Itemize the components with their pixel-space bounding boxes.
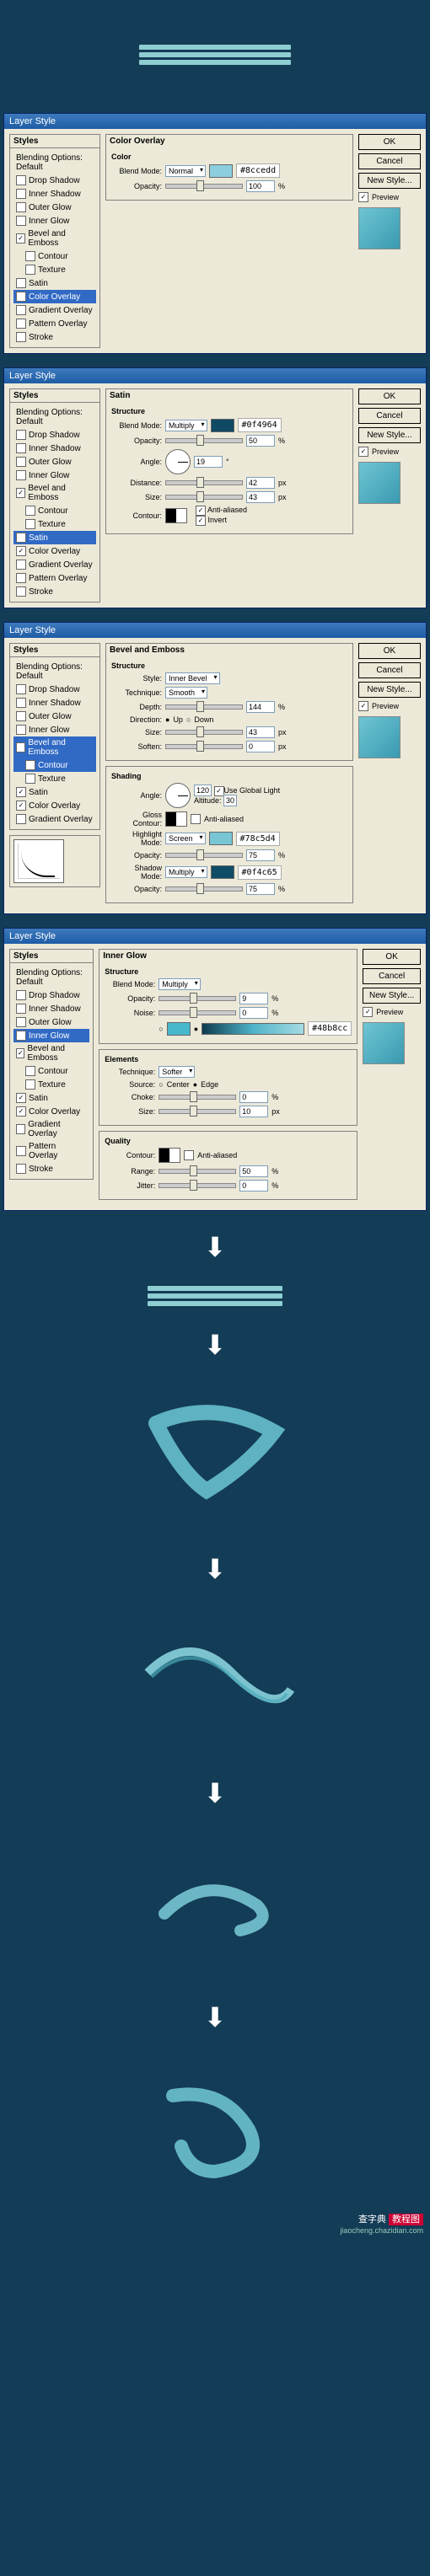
gradient-bar[interactable] xyxy=(202,1023,304,1035)
arrow-icon: ⬇ xyxy=(0,2001,430,2033)
arrow-icon: ⬇ xyxy=(0,1329,430,1361)
style-gradient-overlay[interactable]: Gradient Overlay xyxy=(13,303,96,317)
arrow-icon: ⬇ xyxy=(0,1553,430,1585)
dialog-satin: Layer Style Styles Blending Options: Def… xyxy=(3,367,427,608)
style-bevel[interactable]: ✓Bevel and Emboss xyxy=(13,736,96,758)
ribbon-art-4 xyxy=(0,2054,430,2205)
color-swatch[interactable] xyxy=(211,419,234,432)
blend-mode-select[interactable]: Multiply xyxy=(165,420,207,431)
style-inner-glow[interactable]: Inner Glow xyxy=(13,214,96,228)
footer: 查字典 教程图jiaocheng.chazidian.com xyxy=(0,2205,430,2242)
blending-default[interactable]: Blending Options: Default xyxy=(13,152,96,174)
opacity-value[interactable]: 100 xyxy=(246,180,275,192)
style-inner-shadow[interactable]: Inner Shadow xyxy=(13,187,96,201)
bars-sample xyxy=(139,42,291,67)
blend-mode-select[interactable]: Normal xyxy=(165,165,206,177)
style-stroke[interactable]: Stroke xyxy=(13,330,96,344)
opacity-slider[interactable] xyxy=(165,184,243,189)
dialog-bevel: Layer Style Styles Blending Options: Def… xyxy=(3,622,427,914)
ribbon-art-1 xyxy=(0,1381,430,1533)
style-satin[interactable]: ✓Satin xyxy=(13,531,96,544)
titlebar: Layer Style xyxy=(4,114,426,129)
color-swatch[interactable] xyxy=(209,164,233,178)
arrow-icon: ⬇ xyxy=(0,1777,430,1809)
preview-check[interactable]: Preview xyxy=(372,193,399,201)
style-pattern-overlay[interactable]: Pattern Overlay xyxy=(13,317,96,330)
style-inner-glow[interactable]: ✓Inner Glow xyxy=(13,1029,89,1042)
dialog-inner-glow: Layer Style Styles Blending Options: Def… xyxy=(3,928,427,1211)
preview-swatch xyxy=(358,207,400,249)
bars-result xyxy=(148,1283,282,1309)
ribbon-art-3 xyxy=(0,1829,430,1981)
style-outer-glow[interactable]: Outer Glow xyxy=(13,201,96,214)
new-style-button[interactable]: New Style... xyxy=(358,173,421,189)
ok-button[interactable]: OK xyxy=(358,134,421,150)
style-drop-shadow[interactable]: Drop Shadow xyxy=(13,174,96,187)
color-tag: #8ccedd xyxy=(236,163,280,178)
contour-picker[interactable] xyxy=(165,508,187,523)
ribbon-art-2 xyxy=(0,1605,430,1757)
style-texture[interactable]: Texture xyxy=(13,263,96,276)
style-contour[interactable]: Contour xyxy=(13,249,96,263)
style-satin[interactable]: Satin xyxy=(13,276,96,290)
style-bevel[interactable]: ✓Bevel and Emboss xyxy=(13,228,96,249)
contour-curve-editor[interactable] xyxy=(13,839,64,883)
angle-dial[interactable] xyxy=(165,449,191,474)
style-color-overlay[interactable]: ✓Color Overlay xyxy=(13,290,96,303)
dialog-color-overlay: Layer Style Styles Blending Options: Def… xyxy=(3,113,427,354)
panel-title: Color Overlay xyxy=(106,135,352,147)
styles-header: Styles xyxy=(10,135,99,148)
arrow-icon: ⬇ xyxy=(0,1231,430,1263)
cancel-button[interactable]: Cancel xyxy=(358,153,421,169)
